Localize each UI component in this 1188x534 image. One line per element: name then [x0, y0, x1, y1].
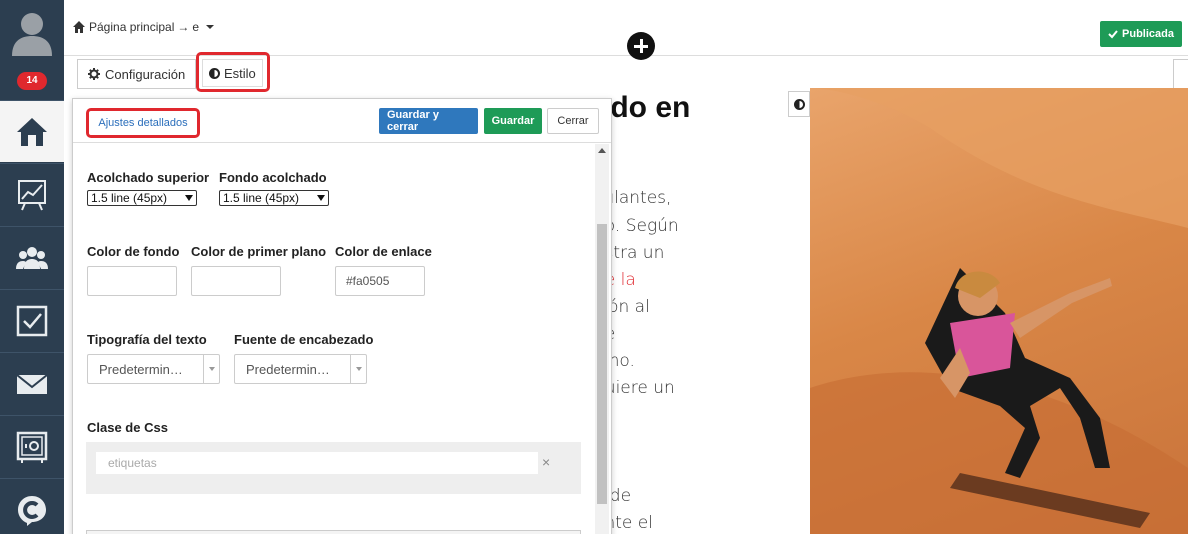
notification-badge[interactable]: 14 — [17, 72, 47, 90]
tab-configuration[interactable]: Configuración — [77, 59, 197, 89]
detailed-settings-link[interactable]: Ajustes detallados — [86, 108, 200, 138]
contrast-icon — [209, 67, 220, 79]
sidebar-item-tasks[interactable] — [0, 289, 64, 351]
chevron-down-icon — [209, 367, 215, 371]
published-button[interactable]: Publicada — [1100, 21, 1182, 47]
heading-font-select[interactable]: Predetermin… — [234, 354, 367, 384]
tab-configuration-label: Configuración — [105, 66, 186, 82]
chevron-down-icon[interactable] — [206, 25, 215, 29]
css-class-label: Clase de Css — [87, 420, 168, 435]
tab-style-label: Estilo — [224, 65, 256, 81]
chart-icon — [18, 179, 46, 210]
fg-color-label: Color de primer plano — [191, 244, 327, 259]
mail-icon — [16, 373, 48, 394]
chevron-down-icon — [185, 195, 193, 201]
fg-color-input[interactable] — [191, 266, 281, 296]
users-icon — [16, 246, 48, 269]
contrast-icon — [793, 98, 805, 110]
combo-divider — [350, 355, 351, 383]
scroll-up-arrow-icon[interactable] — [598, 148, 606, 153]
combo-divider — [203, 355, 204, 383]
text-font-label: Tipografía del texto — [87, 332, 207, 347]
save-close-button[interactable]: Guardar y cerrar — [379, 108, 478, 134]
close-button[interactable]: Cerrar — [547, 108, 599, 134]
edge-button[interactable] — [1173, 59, 1188, 89]
style-panel: Ajustes detallados Guardar y cerrar Guar… — [72, 98, 612, 534]
next-section-box — [86, 530, 581, 534]
tab-style[interactable]: Estilo — [202, 59, 263, 87]
padding-top-label: Acolchado superior — [87, 170, 210, 185]
padding-top-value: 1.5 line (45px) — [91, 191, 168, 205]
sandboard-photo — [810, 88, 1188, 534]
check-icon — [1108, 30, 1118, 39]
padding-top-select[interactable]: 1.5 line (45px) — [87, 190, 197, 206]
padding-bottom-value: 1.5 line (45px) — [223, 191, 300, 205]
sidebar-item-home[interactable] — [0, 100, 64, 162]
top-bar: Página principal → e Publicada — [64, 0, 1188, 56]
panel-body: Acolchado superior 1.5 line (45px) Fondo… — [73, 144, 593, 534]
sidebar-item-users[interactable] — [0, 226, 64, 288]
breadcrumb[interactable]: Página principal → e — [72, 20, 215, 34]
sandboarder-illustration — [810, 88, 1188, 534]
user-avatar-icon[interactable] — [10, 10, 54, 58]
scroll-thumb[interactable] — [597, 224, 607, 504]
chevron-down-icon — [317, 195, 325, 201]
image-style-toggle[interactable] — [788, 91, 810, 117]
chevron-down-icon — [356, 367, 362, 371]
css-class-tags: etiquetas × — [86, 442, 581, 494]
padding-bottom-select[interactable]: 1.5 line (45px) — [219, 190, 329, 206]
tags-input[interactable]: etiquetas — [96, 452, 538, 474]
clear-tags-icon[interactable]: × — [542, 454, 550, 470]
panel-header: Ajustes detallados Guardar y cerrar Guar… — [73, 99, 611, 143]
bg-color-label: Color de fondo — [87, 244, 180, 259]
link-color-input[interactable]: #fa0505 — [335, 266, 425, 296]
sidebar-item-safe[interactable] — [0, 415, 64, 477]
article-title-visible: do en — [610, 91, 691, 124]
padding-bottom-label: Fondo acolchado — [219, 170, 327, 185]
save-button[interactable]: Guardar — [484, 108, 542, 134]
sidebar-item-stats[interactable] — [0, 163, 64, 225]
sidebar-item-mail[interactable] — [0, 352, 64, 414]
safe-icon — [16, 431, 48, 463]
panel-scrollbar[interactable] — [595, 144, 609, 534]
c-logo-icon — [18, 495, 46, 526]
avatar-area: 14 — [0, 0, 64, 100]
heading-font-value: Predetermin… — [246, 362, 330, 377]
bg-color-input[interactable] — [87, 266, 177, 296]
checkbox-icon — [16, 305, 48, 336]
heading-font-label: Fuente de encabezado — [234, 332, 374, 347]
breadcrumb-current[interactable]: e — [192, 20, 199, 34]
home-icon — [17, 117, 47, 146]
sidebar-item-c[interactable] — [0, 478, 64, 534]
published-label: Publicada — [1122, 28, 1174, 40]
home-icon — [73, 21, 85, 33]
text-font-select[interactable]: Predetermin… — [87, 354, 220, 384]
add-section-plus-icon[interactable] — [627, 32, 655, 60]
link-color-label: Color de enlace — [335, 244, 432, 259]
gear-icon — [88, 68, 100, 80]
breadcrumb-arrow: → — [177, 20, 190, 34]
breadcrumb-home[interactable]: Página principal — [89, 20, 174, 34]
left-sidebar: 14 — [0, 0, 64, 534]
text-font-value: Predetermin… — [99, 362, 183, 377]
